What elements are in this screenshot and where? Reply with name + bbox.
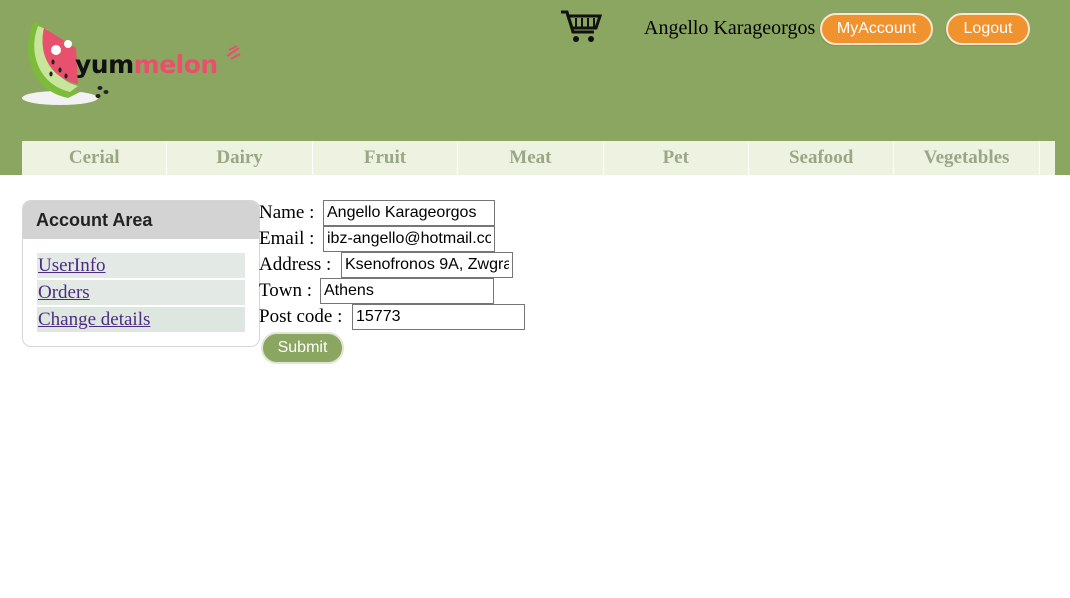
sidebar-link-orders[interactable]: Orders	[37, 280, 245, 305]
postcode-label: Post code :	[259, 306, 343, 327]
submit-button[interactable]: Submit	[261, 332, 344, 364]
yummelon-logo[interactable]: yummelon	[20, 10, 250, 110]
nav-item-cerial[interactable]: Cerial	[22, 141, 168, 175]
site-header: yummelon Angello Karageorgos MyAccount L…	[0, 0, 1070, 175]
account-sidebar: Account Area UserInfo Orders Change deta…	[22, 200, 260, 347]
nav-item-vegetables[interactable]: Vegetables	[894, 141, 1040, 175]
name-label: Name :	[259, 202, 315, 223]
email-label: Email :	[259, 228, 315, 249]
town-label: Town :	[259, 280, 313, 301]
sidebar-link-change-details[interactable]: Change details	[37, 307, 245, 332]
logo-wordmark: yummelon	[75, 50, 218, 79]
nav-item-meat[interactable]: Meat	[458, 141, 604, 175]
nav-item-fruit[interactable]: Fruit	[313, 141, 459, 175]
category-nav: Cerial Dairy Fruit Meat Pet Seafood Vege…	[22, 141, 1055, 175]
sparkle-icon	[226, 45, 241, 60]
postcode-field[interactable]	[352, 304, 525, 330]
sidebar-link-list: UserInfo Orders Change details	[37, 253, 245, 334]
nav-item-seafood[interactable]: Seafood	[749, 141, 895, 175]
logo-melon-text: melon	[133, 50, 219, 79]
logged-in-user-name: Angello Karageorgos	[644, 17, 816, 39]
sidebar-title: Account Area	[23, 201, 259, 239]
sidebar-link-userinfo[interactable]: UserInfo	[37, 253, 245, 278]
address-field[interactable]	[341, 252, 513, 278]
shopping-cart-icon[interactable]	[560, 10, 602, 44]
email-field[interactable]	[323, 226, 495, 252]
nav-item-dairy[interactable]: Dairy	[167, 141, 313, 175]
logo-yum-text: yum	[75, 50, 134, 79]
nav-item-pet[interactable]: Pet	[604, 141, 749, 175]
name-field[interactable]	[323, 200, 495, 226]
logout-button[interactable]: Logout	[946, 13, 1030, 45]
town-field[interactable]	[320, 278, 494, 304]
address-label: Address :	[259, 254, 332, 275]
my-account-button[interactable]: MyAccount	[820, 13, 933, 45]
